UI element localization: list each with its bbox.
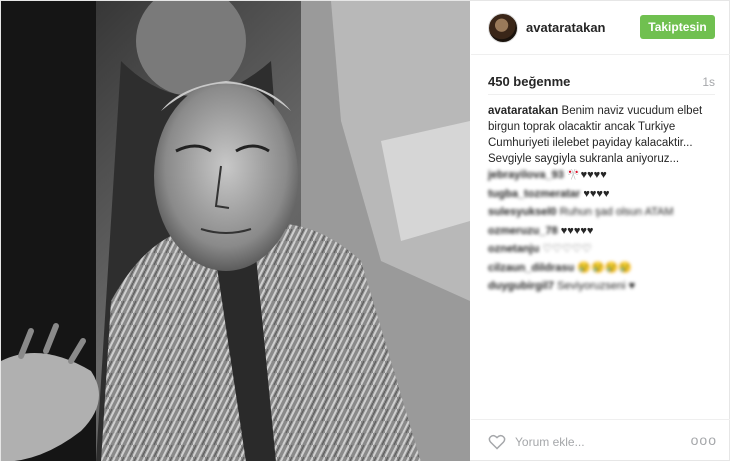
comment-item: oznetanju ♡♡♡♡♡ xyxy=(488,240,716,259)
comment-username[interactable]: ozmeruzu_78 xyxy=(488,225,558,237)
post-sidebar: avataratakan Takiptesin 450 beğenme 1s a… xyxy=(471,1,730,461)
username-link[interactable]: avataratakan xyxy=(526,20,606,35)
post-header: avataratakan Takiptesin xyxy=(471,1,730,55)
likes-count[interactable]: 450 beğenme xyxy=(488,74,570,89)
post-time[interactable]: 1s xyxy=(702,75,715,89)
comment-text: ♡♡♡♡♡ xyxy=(542,243,592,255)
portrait-image xyxy=(1,1,470,461)
heart-icon[interactable] xyxy=(488,434,506,450)
comment-text: ♥♥♥♥♥ xyxy=(560,224,594,237)
comment-list: jebrayilova_93 🎌♥♥♥♥ tugba_tozmeratar ♥♥… xyxy=(488,166,716,296)
comment-username[interactable]: jebrayilova_93 xyxy=(488,169,564,181)
follow-button[interactable]: Takiptesin xyxy=(640,15,715,39)
avatar[interactable] xyxy=(488,13,518,43)
comment-item: sulesyuksel0 Ruhun şad olsun ATAM xyxy=(488,203,716,222)
comment-text: Ruhun şad olsun ATAM xyxy=(559,206,674,218)
comment-item: tugba_tozmeratar ♥♥♥♥ xyxy=(488,185,716,204)
comment-input[interactable] xyxy=(515,432,665,452)
post-photo[interactable] xyxy=(1,1,470,461)
comment-item: duygubirgil7 Seviyoruzseni ♥ xyxy=(488,277,716,296)
comment-text: 😢😢😢😢 xyxy=(577,261,633,274)
caption-username[interactable]: avataratakan xyxy=(488,105,558,117)
more-options-icon[interactable]: ooo xyxy=(691,432,717,448)
comment-item: cilzaun_dildrasu 😢😢😢😢 xyxy=(488,259,716,278)
divider xyxy=(488,94,715,95)
comment-username[interactable]: oznetanju xyxy=(488,243,539,255)
comment-item: ozmeruzu_78 ♥♥♥♥♥ xyxy=(488,222,716,241)
comment-username[interactable]: tugba_tozmeratar xyxy=(488,188,580,200)
comment-username[interactable]: duygubirgil7 xyxy=(488,280,554,292)
comment-item: jebrayilova_93 🎌♥♥♥♥ xyxy=(488,166,716,185)
post-footer: ooo xyxy=(471,419,730,461)
comment-username[interactable]: cilzaun_dildrasu xyxy=(488,262,574,274)
comment-text: Seviyoruzseni ♥ xyxy=(557,280,636,292)
caption: avataratakan Benim naviz vucudum elbet b… xyxy=(488,103,716,167)
comment-username[interactable]: sulesyuksel0 xyxy=(488,206,557,218)
comment-text: 🎌♥♥♥♥ xyxy=(566,169,607,181)
instagram-post: avataratakan Takiptesin 450 beğenme 1s a… xyxy=(0,0,730,461)
comment-text: ♥♥♥♥ xyxy=(583,187,610,200)
